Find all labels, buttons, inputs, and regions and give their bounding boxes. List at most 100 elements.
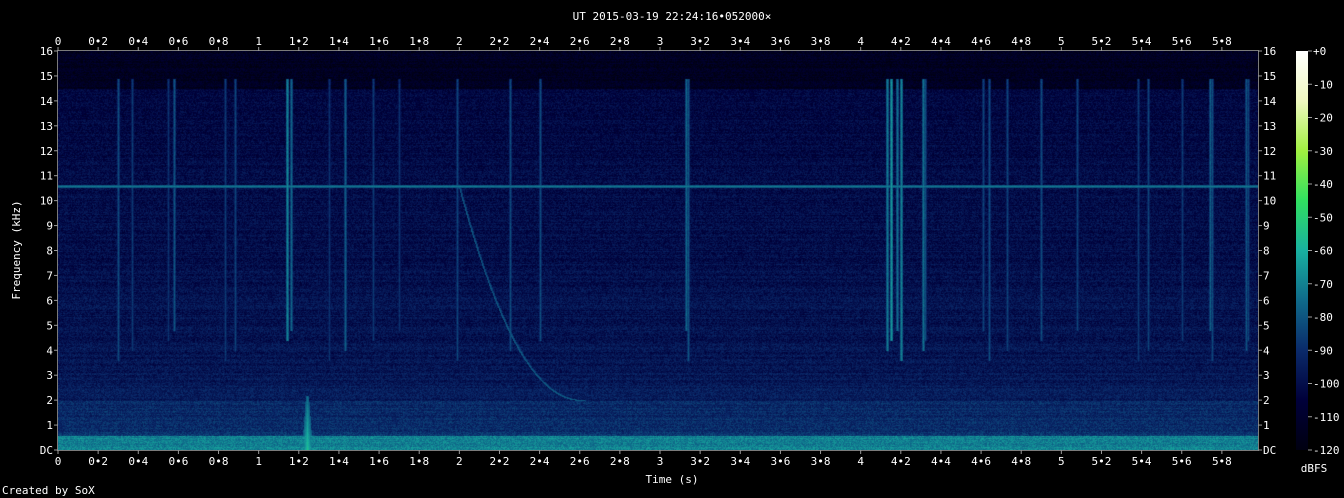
x-tick-label-top: 4•8 bbox=[1011, 35, 1031, 48]
x-tick-label-top: 0•6 bbox=[168, 35, 188, 48]
y-tick-label-right: 1 bbox=[1263, 419, 1270, 432]
x-tick-label-top: 4•6 bbox=[971, 35, 991, 48]
x-tick-label-bottom: 2•8 bbox=[610, 455, 630, 468]
y-ticks-right: DC12345678910111213141516 bbox=[1258, 45, 1277, 457]
spectrogram-raster bbox=[58, 51, 1258, 450]
y-tick-label-right: 6 bbox=[1263, 294, 1270, 307]
x-tick-label-bottom: 2 bbox=[456, 455, 463, 468]
y-tick-label-left: 14 bbox=[40, 95, 54, 108]
x-axis-label: Time (s) bbox=[646, 473, 699, 486]
x-tick-label-bottom: 3•4 bbox=[730, 455, 750, 468]
x-tick-label-bottom: 4 bbox=[857, 455, 864, 468]
x-tick-label-bottom: 5 bbox=[1058, 455, 1065, 468]
x-tick-label-top: 1•4 bbox=[329, 35, 349, 48]
x-tick-label-bottom: 5•4 bbox=[1132, 455, 1152, 468]
y-tick-label-right: 2 bbox=[1263, 394, 1270, 407]
x-tick-label-bottom: 0•4 bbox=[128, 455, 148, 468]
y-tick-label-right: 4 bbox=[1263, 344, 1270, 357]
y-tick-label-left: 8 bbox=[46, 245, 53, 258]
x-tick-label-top: 3•6 bbox=[770, 35, 790, 48]
x-tick-label-bottom: 1•8 bbox=[409, 455, 429, 468]
y-ticks-left: DC12345678910111213141516 bbox=[40, 45, 58, 457]
colorbar-tick-label: -100 bbox=[1313, 378, 1340, 391]
x-tick-label-top: 4•4 bbox=[931, 35, 951, 48]
colorbar-tick-label: -70 bbox=[1313, 278, 1333, 291]
x-tick-label-top: 1•6 bbox=[369, 35, 389, 48]
y-tick-label-left: 16 bbox=[40, 45, 53, 58]
y-axis-label: Frequency (kHz) bbox=[10, 200, 23, 299]
x-tick-label-top: 3 bbox=[657, 35, 664, 48]
x-tick-label-top: 2•6 bbox=[570, 35, 590, 48]
y-tick-label-right: 11 bbox=[1263, 170, 1276, 183]
spectrogram-figure: UT 2015-03-19 22:24:16•052000× 0 0•2 0•4 0•… bbox=[2, 10, 1340, 497]
y-tick-label-left: DC bbox=[40, 444, 53, 457]
y-tick-label-right: 13 bbox=[1263, 120, 1276, 133]
y-tick-label-right: 12 bbox=[1263, 145, 1276, 158]
colorbar-tick-label: -110 bbox=[1313, 411, 1340, 424]
x-tick-label-top: 0•4 bbox=[128, 35, 148, 48]
y-tick-label-left: 1 bbox=[46, 419, 53, 432]
x-tick-label-bottom: 1•6 bbox=[369, 455, 389, 468]
colorbar-ticks: +0 -10 -20 -30 -40 -50 -60 -70 -80 -90 -100 -110 -12… bbox=[1308, 45, 1340, 457]
colorbar-label: dBFS bbox=[1301, 462, 1328, 475]
colorbar-tick-label: -40 bbox=[1313, 178, 1333, 191]
x-tick-label-top: 2•8 bbox=[610, 35, 630, 48]
x-tick-label-bottom: 0•6 bbox=[168, 455, 188, 468]
x-tick-label-top: 1•2 bbox=[289, 35, 309, 48]
credit-text: Created by SoX bbox=[2, 484, 95, 497]
x-tick-label-bottom: 0•8 bbox=[209, 455, 229, 468]
y-tick-label-right: 7 bbox=[1263, 269, 1270, 282]
x-tick-label-top: 3•4 bbox=[730, 35, 750, 48]
x-tick-label-bottom: 3 bbox=[657, 455, 664, 468]
y-tick-label-right: 8 bbox=[1263, 245, 1270, 258]
x-tick-label-top: 5•6 bbox=[1172, 35, 1192, 48]
x-tick-label-bottom: 5•6 bbox=[1172, 455, 1192, 468]
x-tick-label-top: 1•8 bbox=[409, 35, 429, 48]
x-tick-label-bottom: 4•8 bbox=[1011, 455, 1031, 468]
x-tick-label-bottom: 3•2 bbox=[690, 455, 710, 468]
colorbar-tick-label: -60 bbox=[1313, 245, 1333, 258]
colorbar-tick-label: -10 bbox=[1313, 78, 1333, 91]
x-tick-label-bottom: 2•6 bbox=[570, 455, 590, 468]
y-tick-label-right: DC bbox=[1263, 444, 1276, 457]
colorbar bbox=[1296, 51, 1308, 450]
x-tick-label-bottom: 0 bbox=[55, 455, 62, 468]
x-tick-label-top: 5 bbox=[1058, 35, 1065, 48]
x-tick-label-top: 4 bbox=[857, 35, 864, 48]
x-tick-label-top: 5•2 bbox=[1092, 35, 1112, 48]
x-tick-label-top: 2•2 bbox=[490, 35, 510, 48]
y-tick-label-left: 4 bbox=[46, 344, 53, 357]
x-tick-label-bottom: 2•2 bbox=[490, 455, 510, 468]
colorbar-tick-label: -20 bbox=[1313, 112, 1333, 125]
colorbar-tick-label: +0 bbox=[1313, 45, 1326, 58]
colorbar-tick-label: -80 bbox=[1313, 311, 1333, 324]
x-tick-label-bottom: 1 bbox=[255, 455, 262, 468]
y-tick-label-left: 11 bbox=[40, 170, 53, 183]
x-tick-label-top: 4•2 bbox=[891, 35, 911, 48]
x-tick-label-bottom: 2•4 bbox=[530, 455, 550, 468]
colorbar-tick-label: -30 bbox=[1313, 145, 1333, 158]
y-tick-label-left: 12 bbox=[40, 145, 53, 158]
x-tick-label-bottom: 4•2 bbox=[891, 455, 911, 468]
y-tick-label-right: 5 bbox=[1263, 319, 1270, 332]
x-tick-label-bottom: 4•6 bbox=[971, 455, 991, 468]
x-tick-label-top: 3•2 bbox=[690, 35, 710, 48]
y-tick-label-left: 15 bbox=[40, 70, 53, 83]
y-tick-label-right: 9 bbox=[1263, 220, 1270, 233]
x-ticks-top: 0 0•2 0•4 0•6 0•8 1 1•2 1•4 1•6 1•8 2 2•2 2•4 2•6 2•8 3… bbox=[55, 35, 1232, 48]
x-tick-label-top: 3•8 bbox=[811, 35, 831, 48]
x-tick-label-bottom: 4•4 bbox=[931, 455, 951, 468]
x-tick-label-top: 0•8 bbox=[209, 35, 229, 48]
y-tick-label-right: 15 bbox=[1263, 70, 1276, 83]
y-tick-label-left: 2 bbox=[46, 394, 53, 407]
x-tick-label-bottom: 1•4 bbox=[329, 455, 349, 468]
x-tick-label-bottom: 3•6 bbox=[770, 455, 790, 468]
y-tick-label-left: 10 bbox=[40, 195, 53, 208]
colorbar-tick-label: -90 bbox=[1313, 344, 1333, 357]
colorbar-tick-label: -50 bbox=[1313, 211, 1333, 224]
x-tick-label-top: 1 bbox=[255, 35, 262, 48]
x-tick-label-top: 0 bbox=[55, 35, 62, 48]
chart-title: UT 2015-03-19 22:24:16•052000× bbox=[573, 10, 772, 23]
x-tick-label-top: 5•8 bbox=[1212, 35, 1232, 48]
x-ticks-bottom: 0 0•2 0•4 0•6 0•8 1 1•2 1•4 1•6 1•8 2 2•2 2•4 2•6 2•8 3… bbox=[55, 455, 1232, 468]
